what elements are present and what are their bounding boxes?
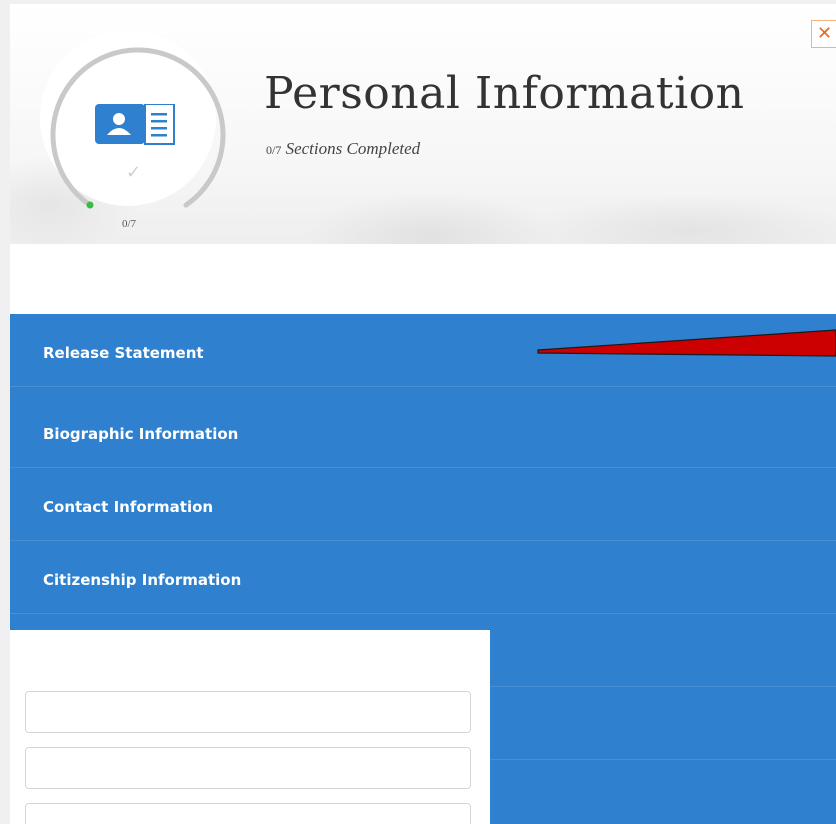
sections-completed: 0/7 Sections Completed: [266, 139, 420, 159]
page-title: Personal Information: [264, 68, 745, 119]
form-overlay: [10, 630, 490, 824]
menu-item-citizenship-information[interactable]: Citizenship Information: [10, 541, 836, 614]
menu-item-biographic-information[interactable]: Biographic Information: [10, 395, 836, 468]
menu-item-release-statement[interactable]: Release Statement: [10, 314, 836, 387]
menu-item-label: Biographic Information: [43, 425, 239, 443]
form-field-2[interactable]: [25, 747, 471, 789]
close-icon: ✕: [816, 23, 833, 44]
sections-completed-label: Sections Completed: [285, 139, 421, 158]
progress-dot-icon: [86, 201, 94, 209]
form-field-1[interactable]: [25, 691, 471, 733]
contact-card-icon: [95, 104, 175, 145]
progress-count: 0/7: [122, 218, 137, 230]
menu-item-label: Contact Information: [43, 498, 214, 516]
close-button[interactable]: ✕: [811, 20, 836, 48]
progress-ring: ✓ 0/7: [32, 22, 232, 242]
personal-information-panel: ✓ 0/7 Personal Information 0/7 Sections …: [10, 4, 836, 824]
section-header: ✓ 0/7 Personal Information 0/7 Sections …: [10, 4, 836, 244]
sections-completed-count: 0/7: [266, 143, 282, 157]
menu-item-label: Release Statement: [43, 344, 204, 362]
menu-item-contact-information[interactable]: Contact Information: [10, 468, 836, 541]
checkmark-icon: ✓: [126, 162, 142, 183]
form-field-3[interactable]: [25, 803, 471, 824]
menu-item-label: Citizenship Information: [43, 571, 242, 589]
